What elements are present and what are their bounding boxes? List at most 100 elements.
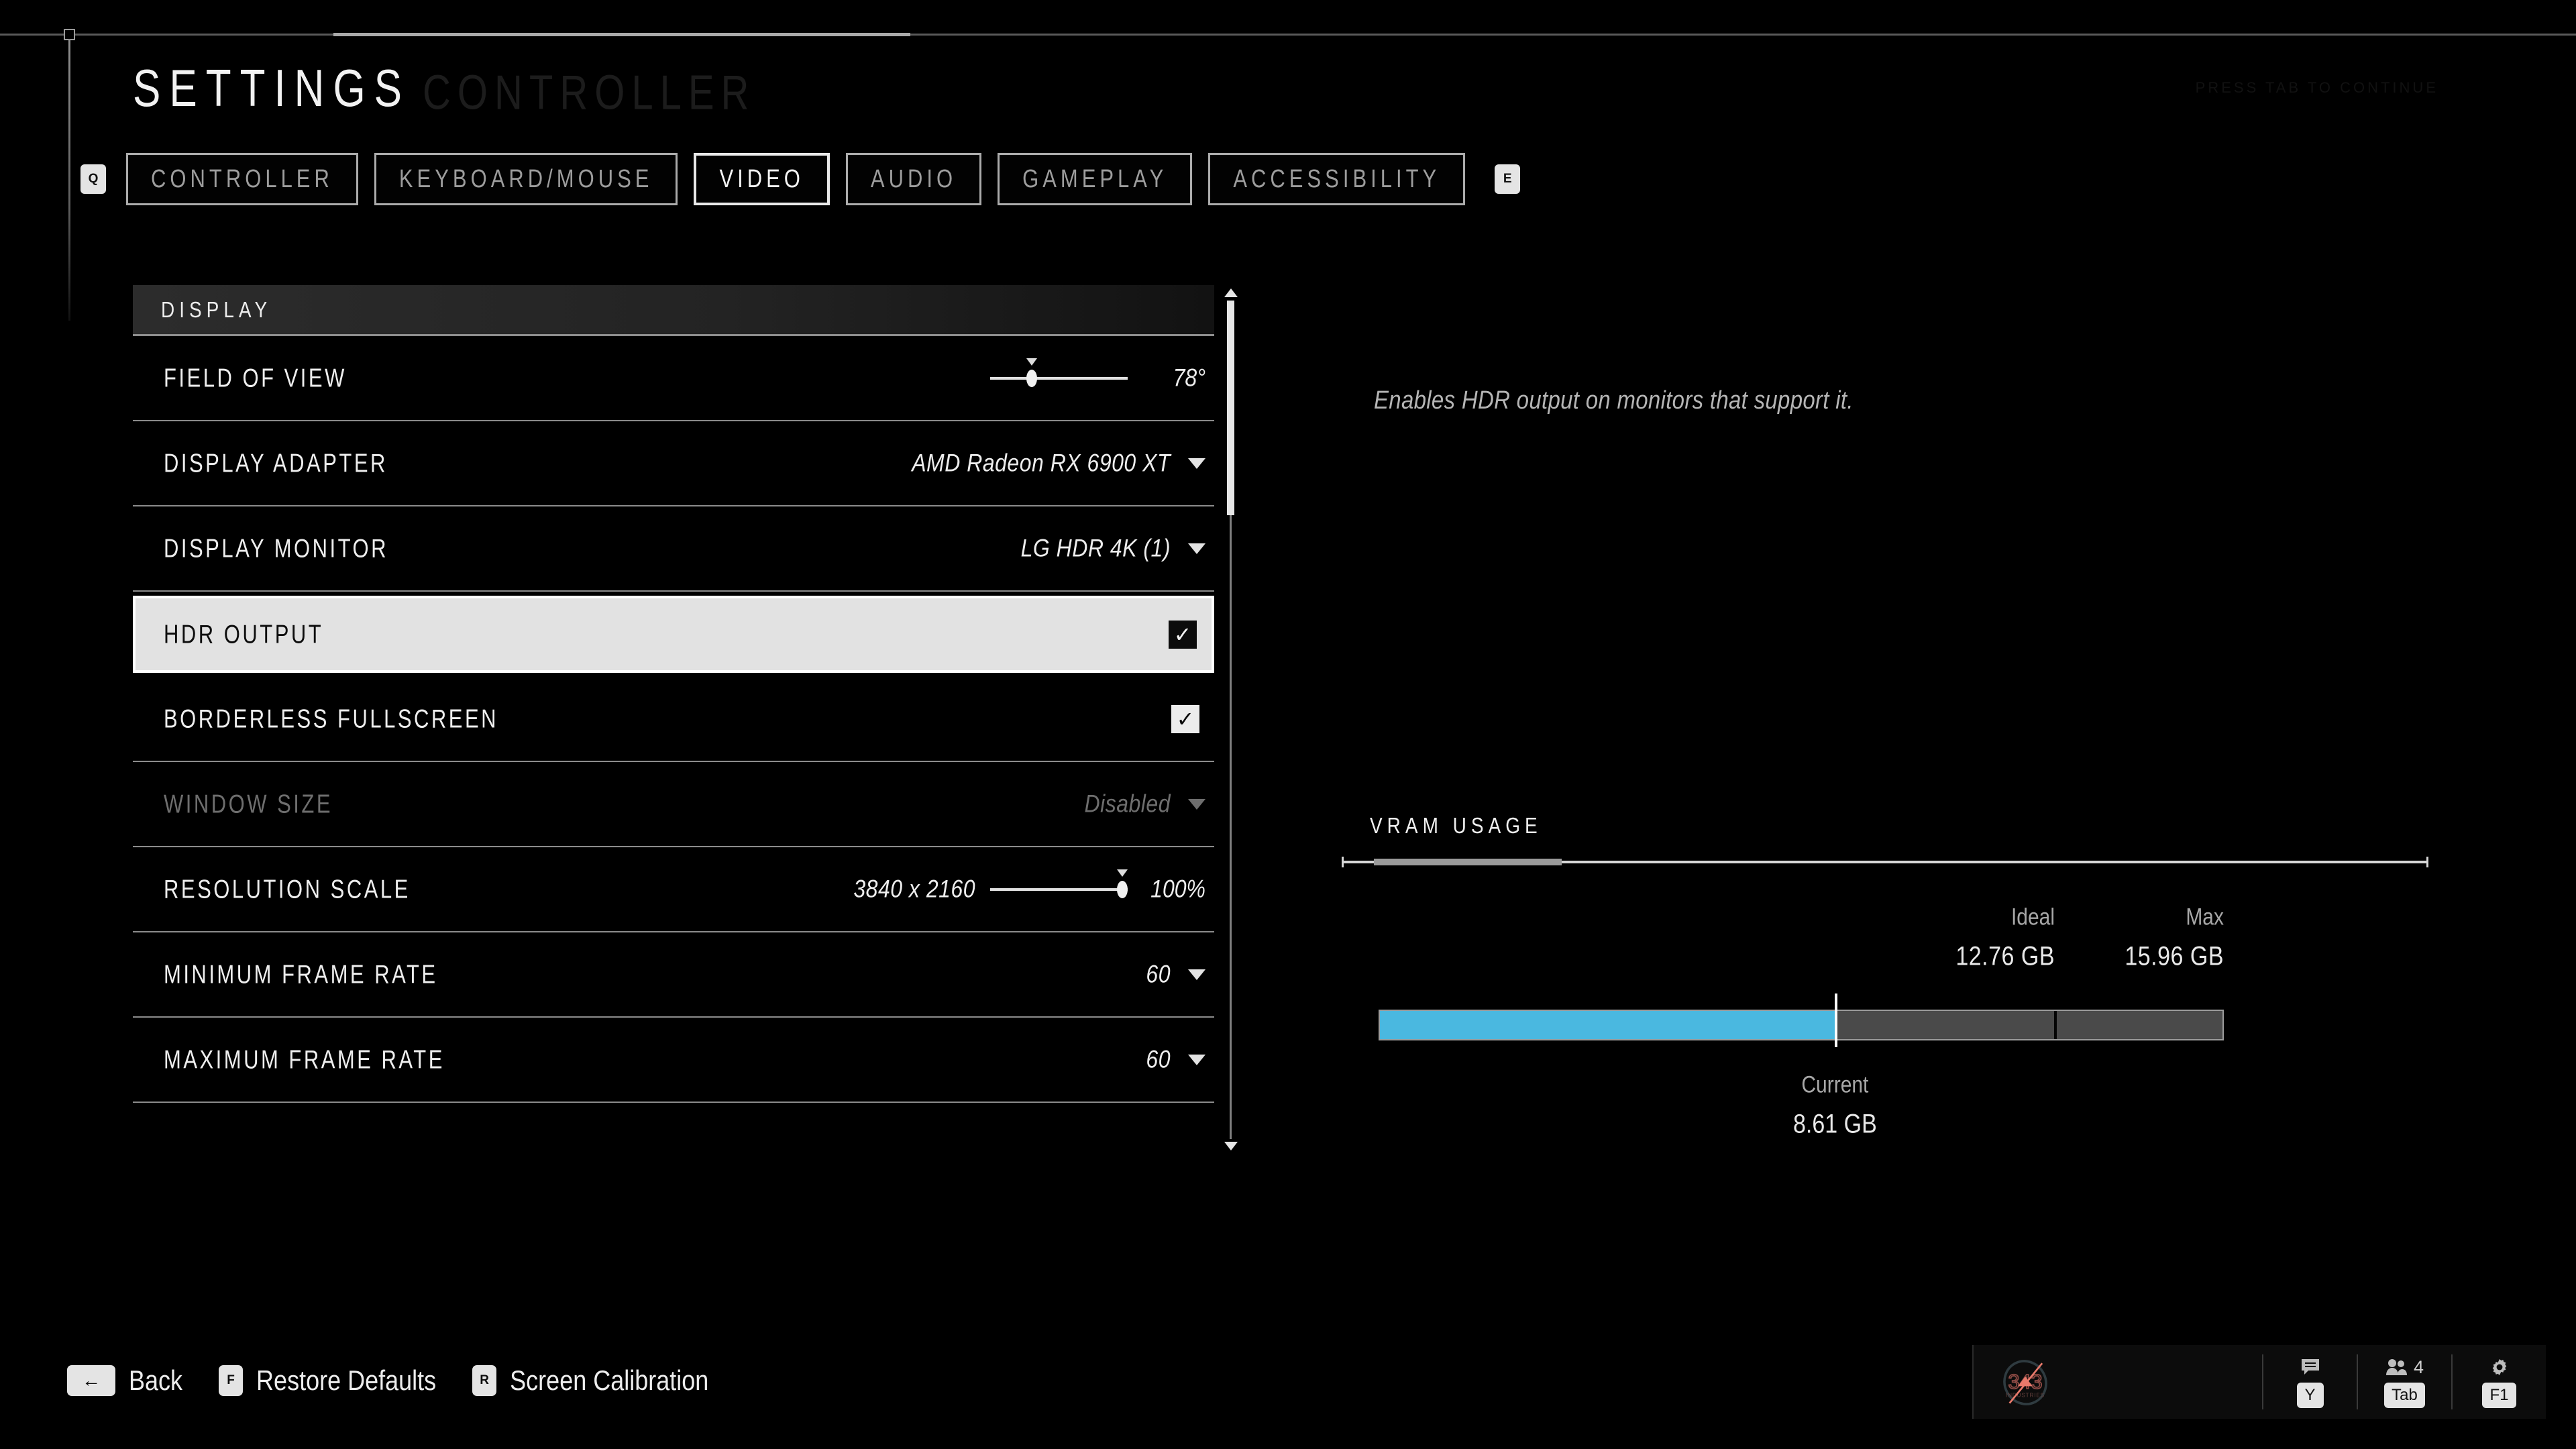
dropdown-value: LG HDR 4K (1): [1020, 534, 1171, 562]
vram-usage-panel: VRAM USAGE Ideal 12.76 GB Max 15.96 GB C…: [1342, 812, 2428, 1139]
vram-bar: [1379, 1010, 2224, 1040]
vram-ideal: Ideal 12.76 GB: [1914, 904, 2055, 971]
header-hint-ghost: PRESS TAB TO CONTINUE: [2195, 79, 2438, 96]
dropdown-value: Disabled: [1084, 790, 1171, 818]
setting-label: RESOLUTION SCALE: [164, 874, 411, 904]
prev-tab-key[interactable]: Q: [80, 164, 106, 194]
key-cap: ←: [67, 1365, 115, 1396]
slider-control[interactable]: [990, 869, 1128, 903]
vram-bar-max-zone: [2056, 1011, 2222, 1039]
setting-control: 60: [1146, 1045, 1205, 1073]
tab-controller[interactable]: CONTROLLER: [126, 153, 358, 205]
setting-row-hdr-output[interactable]: HDR OUTPUT ✓: [133, 596, 1214, 673]
slider-value: 100%: [1150, 875, 1205, 903]
section-title: DISPLAY: [161, 297, 272, 322]
vram-max-value: 15.96 GB: [2125, 941, 2224, 971]
roster-key[interactable]: Tab: [2384, 1383, 2425, 1408]
vram-bar-wrapper: [1342, 994, 2428, 1051]
setting-label: HDR OUTPUT: [164, 619, 324, 649]
setting-control: LG HDR 4K (1): [1020, 534, 1205, 562]
settings-key[interactable]: F1: [2482, 1383, 2516, 1408]
settings-list: DISPLAY FIELD OF VIEW 78° DISPLAY ADAPTER A…: [133, 285, 1214, 1103]
tab-keyboard-mouse[interactable]: KEYBOARD/MOUSE: [374, 153, 678, 205]
setting-control: ✓: [1171, 704, 1205, 733]
tab-video[interactable]: VIDEO: [694, 153, 830, 205]
scroll-down-icon[interactable]: [1224, 1142, 1238, 1150]
chevron-down-icon[interactable]: [1188, 798, 1205, 810]
setting-row-field-of-view[interactable]: FIELD OF VIEW 78°: [133, 336, 1214, 421]
setting-control: ✓: [1169, 620, 1203, 649]
chevron-down-icon[interactable]: [1188, 458, 1205, 469]
vram-labels: Ideal 12.76 GB Max 15.96 GB: [1342, 904, 2428, 1000]
hint-label: Screen Calibration: [510, 1364, 709, 1397]
hud-roster[interactable]: 4 Tab: [2358, 1345, 2451, 1419]
tab-label: VIDEO: [719, 164, 804, 193]
tab-label: AUDIO: [870, 164, 957, 193]
chevron-down-icon[interactable]: [1188, 1054, 1205, 1065]
vram-divider: [1342, 857, 2428, 867]
footer-hint-back[interactable]: ← Back: [67, 1364, 182, 1396]
scrollbar-thumb[interactable]: [1227, 301, 1234, 515]
setting-row-resolution-scale[interactable]: RESOLUTION SCALE 3840 x 2160 100%: [133, 847, 1214, 932]
settings-scrollbar[interactable]: [1222, 288, 1240, 1150]
setting-control: Disabled: [1084, 790, 1205, 818]
vram-current-value: 8.61 GB: [1793, 1109, 1877, 1139]
settings-tabbar: Q CONTROLLER KEYBOARD/MOUSE VIDEO AUDIO GAME…: [80, 153, 1521, 205]
chat-key[interactable]: Y: [2296, 1383, 2324, 1408]
setting-label: BORDERLESS FULLSCREEN: [164, 704, 499, 733]
vram-title: VRAM USAGE: [1370, 812, 1542, 838]
chevron-down-icon[interactable]: [1188, 543, 1205, 554]
key-cap: F: [219, 1365, 244, 1396]
chevron-down-icon[interactable]: [1188, 969, 1205, 980]
left-rail: [68, 39, 70, 321]
setting-control: 60: [1146, 960, 1205, 988]
vram-divider-segment: [1374, 859, 1562, 865]
setting-row-borderless-fullscreen[interactable]: BORDERLESS FULLSCREEN ✓: [133, 677, 1214, 762]
svg-text:INDUSTRIES: INDUSTRIES: [2006, 1393, 2045, 1399]
setting-row-display-monitor[interactable]: DISPLAY MONITOR LG HDR 4K (1): [133, 506, 1214, 592]
slider-track[interactable]: [990, 888, 1128, 891]
players-icon: 4: [2385, 1356, 2424, 1379]
slider-knob[interactable]: [1026, 369, 1037, 387]
setting-control: 3840 x 2160 100%: [853, 869, 1205, 903]
vram-ideal-value: 12.76 GB: [1955, 941, 2055, 971]
checkbox-control[interactable]: ✓: [1171, 704, 1199, 733]
slider-knob[interactable]: [1116, 880, 1128, 898]
setting-row-minimum-frame-rate[interactable]: MINIMUM FRAME RATE 60: [133, 932, 1214, 1018]
hud-settings[interactable]: F1: [2453, 1345, 2546, 1419]
vram-current-label: Current: [1801, 1072, 1869, 1098]
setting-label: DISPLAY ADAPTER: [164, 448, 388, 478]
tab-label: KEYBOARD/MOUSE: [398, 164, 653, 193]
checkbox-control[interactable]: ✓: [1169, 620, 1197, 649]
slider-tick-marker: [1026, 358, 1037, 366]
setting-description: Enables HDR output on monitors that supp…: [1374, 386, 1854, 415]
setting-control: 78°: [990, 358, 1205, 392]
page-title: SETTINGS: [133, 60, 411, 118]
scroll-up-icon[interactable]: [1224, 288, 1238, 297]
footer-hint-restore-defaults[interactable]: F Restore Defaults: [219, 1364, 436, 1396]
tab-gameplay[interactable]: GAMEPLAY: [998, 153, 1193, 205]
slider-track[interactable]: [990, 376, 1128, 380]
chat-bubble-icon: [2300, 1356, 2320, 1379]
vram-current-marker: [1835, 994, 1838, 1047]
dropdown-value: AMD Radeon RX 6900 XT: [912, 449, 1171, 477]
setting-row-maximum-frame-rate[interactable]: MAXIMUM FRAME RATE 60: [133, 1018, 1214, 1103]
gear-icon: [2489, 1356, 2510, 1379]
dropdown-value: 60: [1146, 960, 1171, 988]
343-industries-logo-icon: 343 INDUSTRIES: [2003, 1360, 2047, 1405]
section-header-display: DISPLAY: [133, 285, 1214, 336]
slider-control[interactable]: [990, 358, 1128, 392]
setting-row-display-adapter[interactable]: DISPLAY ADAPTER AMD Radeon RX 6900 XT: [133, 421, 1214, 506]
hud-chat[interactable]: Y: [2263, 1345, 2357, 1419]
setting-label: MINIMUM FRAME RATE: [164, 959, 438, 989]
next-tab-key[interactable]: E: [1495, 164, 1521, 194]
tab-audio[interactable]: AUDIO: [845, 153, 982, 205]
slider-tick-marker: [1116, 869, 1128, 877]
setting-label: FIELD OF VIEW: [164, 363, 347, 392]
footer-hint-screen-calibration[interactable]: R Screen Calibration: [472, 1364, 709, 1397]
footer-hints: ← Back F Restore Defaults R Screen Calibratio…: [67, 1364, 745, 1397]
tab-label: CONTROLLER: [151, 164, 333, 193]
vram-max-label: Max: [2186, 904, 2224, 930]
setting-prefix: 3840 x 2160: [853, 875, 975, 903]
tab-accessibility[interactable]: ACCESSIBILITY: [1208, 153, 1466, 205]
